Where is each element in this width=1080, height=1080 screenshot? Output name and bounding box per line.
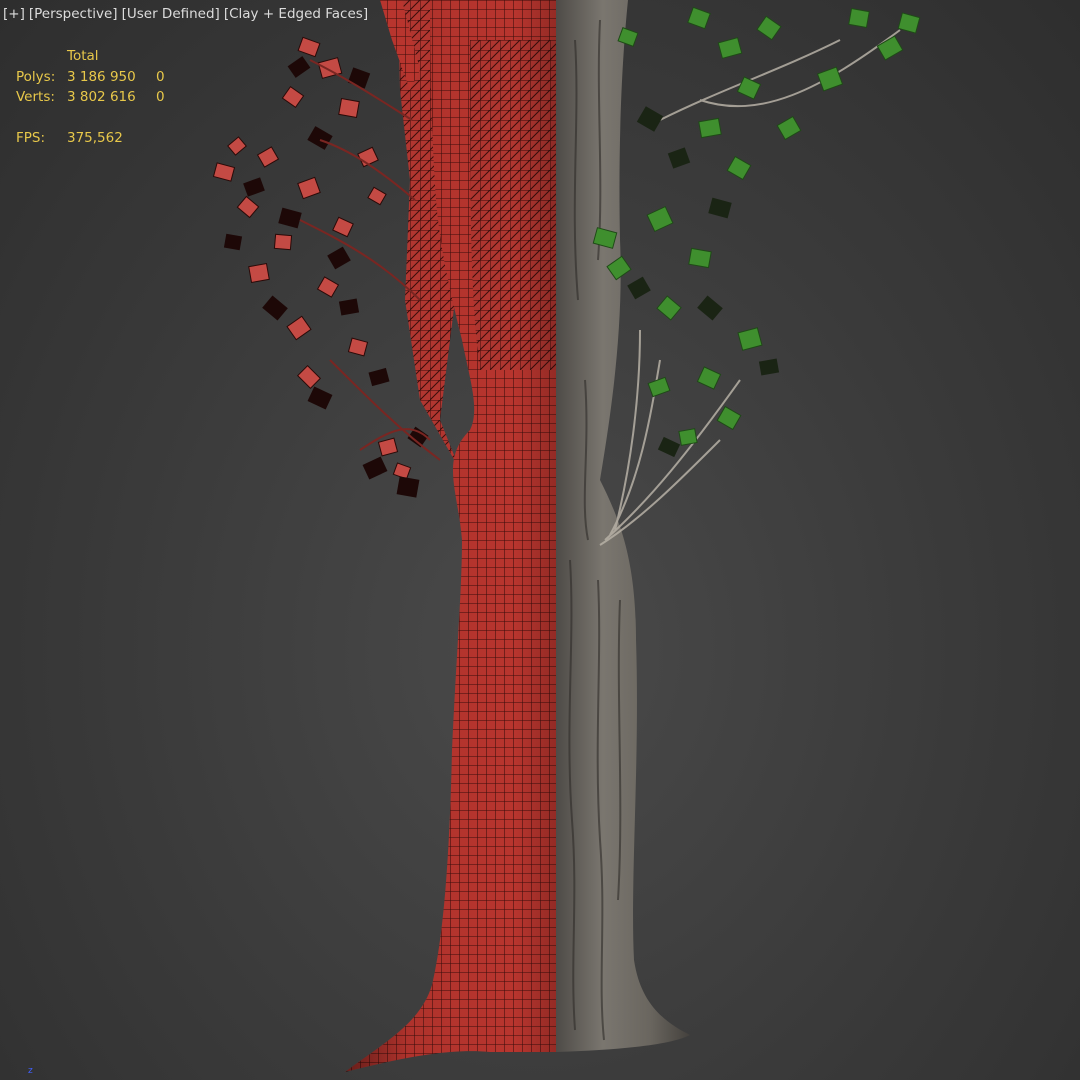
stats-total-value: 3 186 950 [67,68,136,85]
viewport-shading-menu[interactable]: [Clay + Edged Faces] [224,6,368,22]
stats-total-value: 3 802 616 [67,89,136,105]
axis-gizmo-z-label: z [28,1066,33,1076]
stats-row-verts: Verts: 3 802 616 0 [16,87,196,108]
stats-fps-value: 375,562 [67,130,123,146]
viewport-view-menu[interactable]: [Perspective] [29,6,118,22]
textured-leaves [592,6,921,546]
perspective-viewport[interactable]: [+] [Perspective] [User Defined] [Clay +… [0,0,1080,1080]
stats-fps-label: FPS: [16,130,46,146]
stats-selected-value: 0 [156,89,165,105]
stats-header-total: Total [67,48,99,64]
viewport-shading-preset-menu[interactable]: [User Defined] [122,6,220,22]
stats-label: Verts: [16,89,55,105]
axis-gizmo-icon: z [28,1066,33,1076]
tree-scene[interactable] [0,0,1080,1080]
viewport-general-menu[interactable]: [+] [3,6,25,22]
stats-row-polys: Polys: 3 186 950 0 [16,67,196,88]
stats-label: Polys: [16,68,56,85]
viewport-statistics: Total Polys: 3 186 950 0 Verts: 3 802 61… [16,46,196,149]
stats-selected-value: 0 [156,68,165,85]
stats-row-fps: FPS: 375,562 [16,128,196,149]
viewport-label-bar: [+] [Perspective] [User Defined] [Clay +… [3,6,368,22]
